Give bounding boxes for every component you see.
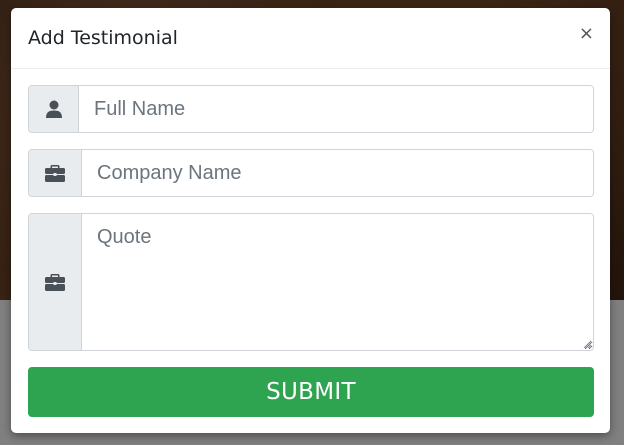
modal-header: Add Testimonial × xyxy=(11,8,610,69)
quote-textarea[interactable] xyxy=(82,214,593,350)
submit-button[interactable]: SUBMIT xyxy=(28,367,594,417)
briefcase-icon xyxy=(29,214,82,350)
quote-group xyxy=(28,213,594,351)
modal-body: SUBMIT xyxy=(11,69,610,417)
company-name-group xyxy=(28,149,594,197)
full-name-input[interactable] xyxy=(79,86,593,132)
company-name-input[interactable] xyxy=(82,150,593,196)
user-icon xyxy=(29,86,79,132)
close-button[interactable]: × xyxy=(579,25,594,43)
briefcase-icon xyxy=(29,150,82,196)
modal-title: Add Testimonial xyxy=(28,27,178,49)
add-testimonial-modal: Add Testimonial × Full Name Company Name… xyxy=(11,8,610,433)
full-name-group xyxy=(28,85,594,133)
